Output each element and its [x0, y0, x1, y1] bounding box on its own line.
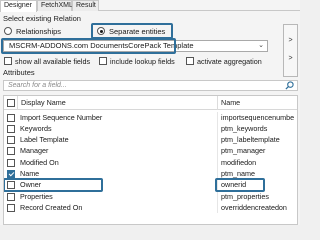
table-row[interactable]: Name ptm_name [4, 168, 297, 180]
tab-fetchxml[interactable]: FetchXML [37, 0, 73, 11]
radio-circle-selected [97, 27, 105, 35]
column-divider [217, 122, 218, 135]
row-display-name: Manager [20, 146, 49, 156]
tab-result[interactable]: Result [72, 0, 99, 11]
attributes-title: Attributes [3, 68, 35, 77]
row-display-name: Keywords [20, 123, 52, 133]
table-row[interactable]: Properties ptm_properties [4, 190, 297, 203]
row-logical-name: ptm_manager [221, 146, 266, 156]
row-logical-name: overriddencreatedon [221, 202, 287, 212]
show-all-fields-label: show all available fields [15, 56, 91, 66]
include-lookup-checkbox[interactable]: include lookup fields [99, 56, 175, 66]
row-checkbox[interactable] [7, 113, 15, 122]
row-display-name: Record Created On [20, 202, 83, 212]
table-row[interactable]: Label Template ptm_labeltemplate [4, 134, 297, 146]
row-checkbox[interactable] [7, 136, 15, 145]
table-row[interactable]: Owner ownerid [4, 179, 297, 191]
column-divider [217, 201, 218, 214]
row-checkbox[interactable] [7, 192, 15, 201]
chevron-down-icon[interactable]: ⌄ [258, 41, 264, 51]
row-display-name: Properties [20, 191, 53, 201]
side-arrow-panel[interactable]: > > [283, 24, 298, 77]
tab-strip: Designer FetchXML Result [0, 0, 300, 12]
table-row[interactable]: Modified On modifiedon [4, 156, 297, 169]
select-all-checkbox[interactable] [7, 99, 15, 107]
grid-header: Display Name Name [4, 96, 297, 110]
table-row[interactable]: Manager ptm_manager [4, 145, 297, 157]
row-checkbox[interactable] [7, 181, 15, 190]
column-divider [217, 145, 218, 157]
checkbox-box [186, 57, 194, 65]
radio-separate-label: Separate entities [109, 26, 166, 36]
row-display-name: Name [20, 169, 40, 178]
checkbox-box [99, 57, 107, 65]
radio-relationships-label: Relationships [16, 26, 62, 36]
row-display-name: Owner [20, 180, 42, 190]
row-display-name: Label Template [20, 135, 69, 145]
column-divider [217, 179, 218, 191]
column-divider [217, 134, 218, 146]
row-checkbox[interactable] [7, 158, 15, 167]
column-divider [217, 111, 218, 123]
column-divider [217, 190, 218, 203]
column-header-display-name[interactable]: Display Name [18, 96, 218, 110]
table-row[interactable]: Import Sequence Number importsequencenumb… [4, 111, 297, 123]
checkbox-box [4, 57, 12, 65]
row-logical-name: modifiedon [221, 157, 257, 167]
relation-section-title: Select existing Relation [3, 14, 81, 23]
radio-relationships[interactable]: Relationships [4, 25, 61, 37]
table-row[interactable]: Keywords ptm_keywords [4, 122, 297, 135]
row-checkbox[interactable] [7, 124, 15, 133]
row-logical-name: ptm_labeltemplate [221, 135, 280, 145]
row-logical-name: ptm_properties [221, 191, 269, 201]
radio-separate-entities[interactable]: Separate entities [97, 25, 165, 37]
header-checkbox-column[interactable] [4, 96, 18, 110]
arrow-right-icon[interactable]: > [284, 55, 297, 62]
activate-aggregation-checkbox[interactable]: activate aggregation [186, 56, 262, 66]
row-logical-name: ptm_keywords [221, 123, 268, 133]
table-row[interactable]: Record Created On overriddencreatedon [4, 201, 297, 214]
template-select[interactable]: MSCRM-ADDONS.com DocumentsCorePack Templ… [3, 40, 268, 52]
radio-circle [4, 27, 12, 35]
search-icon[interactable] [285, 81, 294, 92]
tab-designer[interactable]: Designer [0, 0, 37, 12]
row-logical-name: ptm_name [221, 169, 255, 178]
row-checkbox[interactable] [7, 203, 15, 212]
row-display-name: Modified On [20, 157, 59, 167]
window: Designer FetchXML Result Select existing… [0, 0, 300, 225]
row-logical-name: importsequencenumbe [221, 112, 295, 122]
show-all-fields-checkbox[interactable]: show all available fields [4, 56, 90, 66]
row-logical-name: ownerid [221, 180, 247, 190]
row-checkbox[interactable] [7, 147, 15, 156]
column-divider [217, 156, 218, 169]
row-checkbox[interactable] [7, 170, 15, 178]
search-field[interactable]: Search for a field... [3, 80, 298, 91]
activate-aggregation-label: activate aggregation [197, 56, 262, 66]
row-display-name: Import Sequence Number [20, 112, 103, 122]
include-lookup-label: include lookup fields [110, 56, 175, 66]
template-select-value: MSCRM-ADDONS.com DocumentsCorePack Templ… [9, 41, 194, 50]
column-divider [217, 168, 218, 180]
arrow-right-icon[interactable]: > [284, 37, 297, 44]
search-placeholder: Search for a field... [8, 82, 67, 89]
column-header-name[interactable]: Name [218, 96, 297, 110]
attributes-grid: Display Name Name Import Sequence Number… [3, 95, 298, 225]
